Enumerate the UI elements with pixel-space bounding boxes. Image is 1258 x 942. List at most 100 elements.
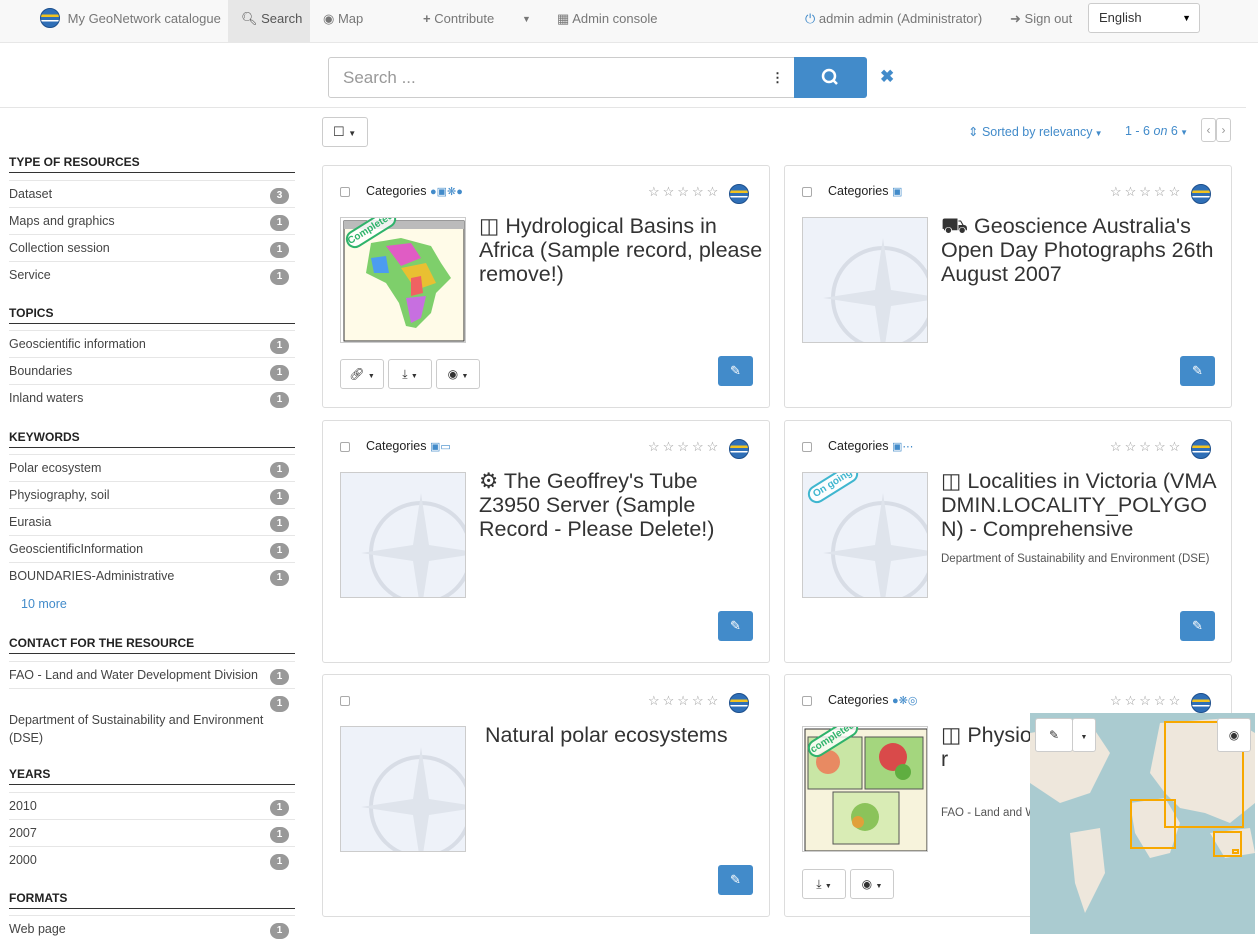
total-label: 6 [1170, 124, 1178, 138]
facet-item[interactable]: Boundaries 1 [9, 357, 295, 384]
record-title[interactable]: Natural polar ecosystems [485, 723, 769, 747]
extent-box [1130, 799, 1176, 849]
count-badge: 1 [270, 365, 289, 381]
facet-item[interactable]: Service 1 [9, 261, 295, 288]
rating-stars[interactable]: ☆☆☆☆☆ [1110, 439, 1183, 455]
facet-item[interactable]: BOUNDARIES-Administrative 1 [9, 562, 295, 589]
edit-button[interactable]: ✎ [718, 611, 753, 641]
edit-button[interactable]: ✎ [718, 356, 753, 386]
facet-label: 2010 [9, 799, 37, 813]
facet-item[interactable]: Dataset 3 [9, 180, 295, 207]
rating-stars[interactable]: ☆☆☆☆☆ [648, 184, 721, 200]
caret-down-icon: ▼ [1177, 128, 1188, 137]
edit-button[interactable]: ✎ [1180, 611, 1215, 641]
facet-item[interactable]: 2007 1 [9, 819, 295, 846]
mini-map[interactable]: ✎ ▼ ◉ [1030, 713, 1255, 934]
count-badge: 1 [270, 338, 289, 354]
count-badge: 1 [270, 800, 289, 816]
nav-map[interactable]: ◉ Map [323, 0, 363, 42]
prev-page-button[interactable]: ‹ [1201, 118, 1216, 142]
next-page-button[interactable]: › [1216, 118, 1231, 142]
facet-item[interactable]: Geoscientific information 1 [9, 330, 295, 357]
categories: Categories ▣▭ [366, 439, 451, 453]
edit-button[interactable]: ✎ [718, 865, 753, 895]
facet-more-link[interactable]: 10 more [21, 597, 67, 611]
facet-item[interactable]: Physiography, soil 1 [9, 481, 295, 508]
facet-item[interactable]: Polar ecosystem 1 [9, 454, 295, 481]
facet-item[interactable]: Web page 1 [9, 915, 295, 942]
rating-stars[interactable]: ☆☆☆☆☆ [1110, 184, 1183, 200]
facet-label: FAO - Land and Water Development Divisio… [9, 668, 258, 682]
geonetwork-logo-icon [1191, 439, 1211, 459]
language-value: English [1099, 10, 1142, 25]
nav-contribute[interactable]: + Contribute [423, 0, 494, 42]
sort-dropdown[interactable]: ⇕ Sorted by relevancy ▼ [968, 124, 1103, 139]
facet-item[interactable]: 2000 1 [9, 846, 295, 873]
record-title[interactable]: ◫ Localities in Victoria (VMADMIN.LOCALI… [941, 469, 1226, 541]
links-dropdown[interactable]: 🔗︎ ▼ [340, 359, 384, 389]
compass-placeholder-icon [361, 747, 465, 851]
map-globe-button[interactable]: ◉ [1217, 718, 1251, 752]
caret-down-icon: ▼ [1092, 129, 1103, 138]
map-dropdown[interactable]: ◉ ▼ [436, 359, 480, 389]
count-badge: 3 [270, 188, 289, 204]
edit-button[interactable]: ✎ [1180, 356, 1215, 386]
nav-user[interactable]: ⏻ admin admin (Administrator) [805, 0, 982, 42]
pagination-dropdown[interactable]: 1 - 6 on 6 ▼ [1125, 124, 1188, 138]
facet-item[interactable]: Collection session 1 [9, 234, 295, 261]
record-checkbox[interactable] [340, 696, 350, 706]
rating-stars[interactable]: ☆☆☆☆☆ [648, 439, 721, 455]
record-title[interactable]: ⚙ The Geoffrey's Tube Z3950 Server (Samp… [479, 469, 764, 541]
rating-stars[interactable]: ☆☆☆☆☆ [1110, 693, 1183, 709]
brand-link[interactable]: My GeoNetwork catalogue [40, 0, 221, 42]
facet-item[interactable]: 2010 1 [9, 792, 295, 819]
nav-sign-out[interactable]: ➜ Sign out [1010, 0, 1072, 42]
search-options-button[interactable]: ⋮ [761, 57, 795, 98]
record-title[interactable]: ◫ Hydrological Basins in Africa (Sample … [479, 214, 764, 286]
draw-options-toggle[interactable]: ▼ [1072, 718, 1096, 752]
record-thumbnail[interactable]: Completed [340, 217, 466, 343]
record-checkbox[interactable] [340, 187, 350, 197]
map-dropdown[interactable]: ◉ ▼ [850, 869, 894, 899]
select-all-dropdown[interactable]: ☐ ▼ [322, 117, 368, 147]
download-icon: ⤓ [402, 367, 408, 381]
record-checkbox[interactable] [340, 442, 350, 452]
record-thumbnail[interactable]: On going [802, 472, 928, 598]
globe-icon: ● [429, 186, 437, 198]
search-button[interactable] [794, 57, 867, 98]
categories: Categories ▣⋯ [828, 439, 913, 453]
facet-item[interactable]: Maps and graphics 1 [9, 207, 295, 234]
record-thumbnail[interactable] [340, 726, 466, 852]
compass-placeholder-icon [823, 238, 927, 342]
record-checkbox[interactable] [802, 442, 812, 452]
record-title[interactable]: ⛟ Geoscience Australia's Open Day Photog… [941, 214, 1226, 286]
brand-label: My GeoNetwork catalogue [67, 11, 221, 26]
record-checkbox[interactable] [802, 696, 812, 706]
record-thumbnail[interactable] [340, 472, 466, 598]
record-checkbox[interactable] [802, 187, 812, 197]
language-select[interactable]: English ▼ [1088, 3, 1200, 33]
categories-label: Categories [828, 693, 889, 707]
facet-item[interactable]: Inland waters 1 [9, 384, 295, 411]
facet-item[interactable]: Eurasia 1 [9, 508, 295, 535]
rating-stars[interactable]: ☆☆☆☆☆ [648, 693, 721, 709]
download-dropdown[interactable]: ⤓ ▼ [388, 359, 432, 389]
facet-item[interactable]: FAO - Land and Water Development Divisio… [9, 661, 295, 688]
record-thumbnail[interactable]: completed [802, 726, 928, 852]
nav-search[interactable]: 🔍︎ Search [228, 0, 310, 42]
count-badge: 1 [270, 543, 289, 559]
facet-item[interactable]: Department of Sustainability and Environ… [9, 688, 295, 745]
gears-icon: ❋ [447, 186, 457, 198]
download-dropdown[interactable]: ⤓ ▼ [802, 869, 846, 899]
caret-down-icon: ▼ [410, 373, 418, 380]
plus-icon: + [423, 11, 431, 26]
record-thumbnail[interactable] [802, 217, 928, 343]
facet-item[interactable]: GeoscientificInformation 1 [9, 535, 295, 562]
clear-search-icon[interactable]: ✖ [880, 67, 894, 87]
on-label: on [1153, 124, 1168, 138]
ellipsis-icon: ⋯ [902, 441, 914, 453]
search-input[interactable]: Search ... [328, 57, 762, 98]
nav-admin-console[interactable]: ▦ Admin console [557, 0, 657, 42]
draw-extent-button[interactable]: ✎ [1035, 718, 1073, 752]
contribute-dropdown-toggle[interactable]: ▼ [522, 0, 531, 42]
